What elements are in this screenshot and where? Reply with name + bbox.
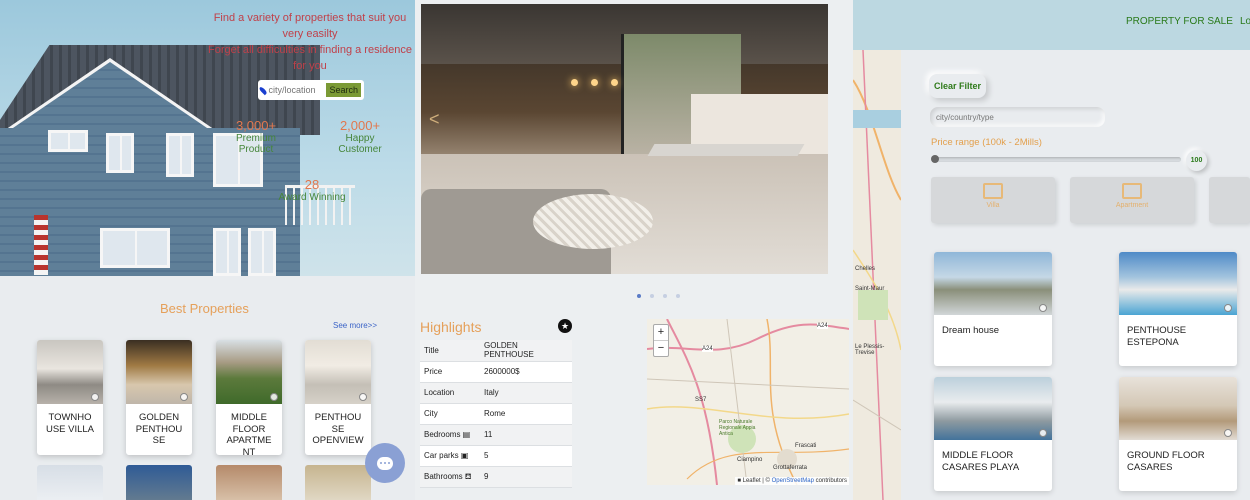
listing-image <box>934 377 1052 440</box>
location-map[interactable]: A24 A24 SS7 Frascati Ciampino Grottaferr… <box>647 319 849 485</box>
listing-card[interactable]: MIDDLE FLOOR CASARES PLAYA <box>934 377 1052 491</box>
map-zoom-control: + − <box>653 324 669 357</box>
price-slider-value: 100 <box>1186 150 1207 171</box>
highlights-table: Title GOLDEN PENTHOUSE Price 2600000$ Loca… <box>420 340 572 488</box>
location-search-input[interactable] <box>268 85 327 95</box>
property-card[interactable]: PENTHOU SE OPENVIEW <box>305 340 371 455</box>
location-pin-icon <box>258 85 268 95</box>
star-icon[interactable]: ★ <box>558 319 572 333</box>
gallery-dot[interactable] <box>637 294 641 298</box>
zoom-out-button[interactable]: − <box>654 340 668 356</box>
map-attribution: ■ Leaflet | © OpenStreetMap contributors <box>735 477 849 485</box>
favorite-icon[interactable] <box>91 393 99 401</box>
property-card[interactable] <box>305 465 371 500</box>
property-card[interactable]: TOWNHO USE VILLA <box>37 340 103 455</box>
nav-property-for-sale[interactable]: PROPERTY FOR SALE <box>1126 16 1233 27</box>
table-row: Location Italy <box>420 382 572 404</box>
favorite-icon[interactable] <box>1039 429 1047 437</box>
price-slider-track[interactable] <box>933 157 1181 162</box>
panel-property-detail: < Highlights ★ Title GOLDEN PENTHOUSE Pri… <box>415 0 853 500</box>
table-row: Car parks ▣ 5 <box>420 445 572 467</box>
listing-card[interactable]: Dream house <box>934 252 1052 366</box>
stat-awards: 28 Award Winning <box>278 177 346 203</box>
stat-products: 3,000+ Premium Product <box>235 118 277 155</box>
table-row: Price 2600000$ <box>420 361 572 383</box>
section-title: Best Properties <box>160 301 249 316</box>
favorite-icon[interactable] <box>270 393 278 401</box>
favorite-icon[interactable] <box>180 393 188 401</box>
stat-customers: 2,000+ Happy Customer <box>338 118 382 155</box>
see-more-link[interactable]: See more>> <box>333 321 377 330</box>
hero-tagline: Find a variety of properties that suit y… <box>207 12 413 72</box>
favorite-icon[interactable] <box>1039 304 1047 312</box>
price-slider-handle[interactable] <box>931 155 939 163</box>
gallery-prev-arrow[interactable]: < <box>429 109 440 130</box>
building-icon <box>1122 183 1142 199</box>
panel-listings: PROPERTY FOR SALE Lo Chelles Saint-Maur … <box>853 0 1250 500</box>
panel-home: Find a variety of properties that suit y… <box>0 0 415 500</box>
table-row: Title GOLDEN PENTHOUSE <box>420 340 572 362</box>
chat-icon[interactable] <box>365 443 405 483</box>
property-card[interactable] <box>126 465 192 500</box>
table-row: City Rome <box>420 403 572 425</box>
highlights-title: Highlights <box>420 319 482 335</box>
table-row: Bedrooms ▤ 11 <box>420 424 572 446</box>
favorite-icon[interactable] <box>359 393 367 401</box>
listing-card[interactable]: GROUND FLOOR CASARES <box>1119 377 1237 491</box>
listing-image <box>1119 252 1237 315</box>
house-icon <box>983 183 1003 199</box>
table-row: Bathrooms ⛾ 9 <box>420 466 572 488</box>
flag-image <box>34 215 48 275</box>
gallery-dot[interactable] <box>650 294 654 298</box>
type-tile-villa[interactable]: Villa <box>931 177 1055 223</box>
gallery-dots <box>637 294 680 298</box>
gallery-dot[interactable] <box>676 294 680 298</box>
property-card[interactable] <box>37 465 103 500</box>
zoom-in-button[interactable]: + <box>654 325 668 340</box>
property-card[interactable]: MIDDLE FLOOR APARTME NT <box>216 340 282 455</box>
city-filter-input[interactable] <box>930 107 1105 127</box>
favorite-icon[interactable] <box>1224 304 1232 312</box>
listing-card[interactable]: PENTHOUSE ESTEPONA <box>1119 252 1237 366</box>
type-tile-more[interactable] <box>1209 177 1250 223</box>
listing-image <box>934 252 1052 315</box>
hero-banner: Find a variety of properties that suit y… <box>0 0 415 276</box>
gallery-dot[interactable] <box>663 294 667 298</box>
nav-login[interactable]: Lo <box>1240 16 1250 27</box>
osm-link[interactable]: OpenStreetMap <box>772 478 814 484</box>
property-card[interactable] <box>216 465 282 500</box>
property-gallery-image: < <box>421 4 828 274</box>
clear-filter-button[interactable]: Clear Filter <box>929 74 986 98</box>
search-button[interactable]: Search <box>326 83 361 97</box>
price-range-label: Price range (100k - 2Mills) <box>931 137 1042 148</box>
top-nav-bar: PROPERTY FOR SALE Lo <box>853 0 1250 50</box>
hero-search-bar: Search <box>258 80 364 100</box>
type-tile-apartment[interactable]: Apartment <box>1070 177 1194 223</box>
listing-image <box>1119 377 1237 440</box>
property-card[interactable]: GOLDEN PENTHOU SE <box>126 340 192 455</box>
favorite-icon[interactable] <box>1224 429 1232 437</box>
side-map[interactable]: Chelles Saint-Maur Le Plessis-Trevise <box>853 50 901 500</box>
